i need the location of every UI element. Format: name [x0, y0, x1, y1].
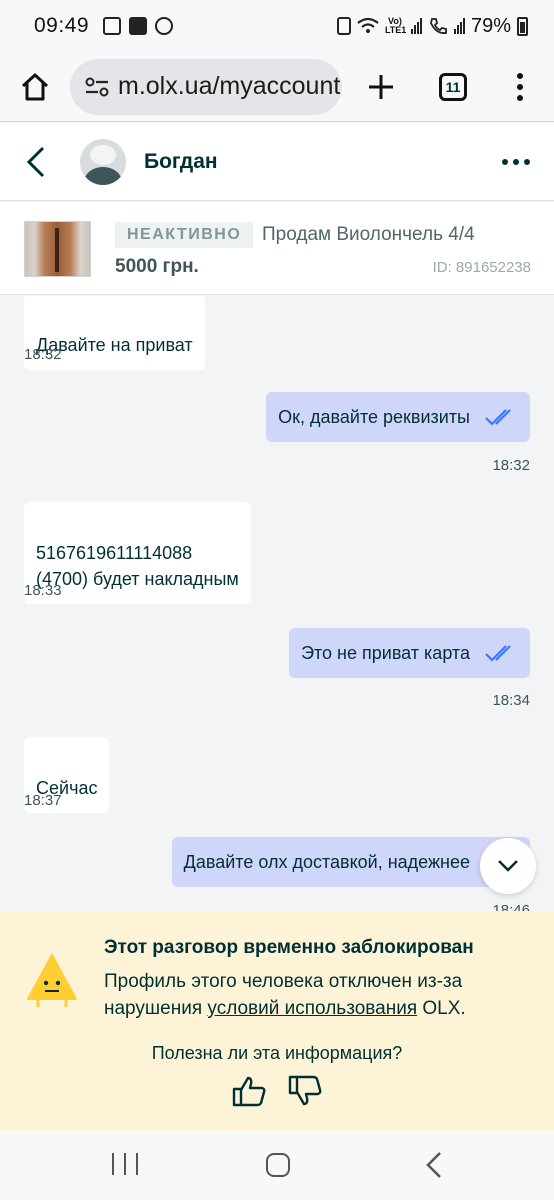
emoji-notification-icon [155, 17, 174, 35]
scroll-to-bottom-button[interactable] [480, 838, 536, 894]
tabs-button[interactable]: 11 [418, 72, 488, 101]
wifi-icon [357, 17, 379, 33]
browser-toolbar: m.olx.ua/myaccount 11 [0, 52, 554, 122]
address-bar[interactable]: m.olx.ua/myaccount [70, 58, 342, 115]
chevron-left-icon [26, 146, 45, 177]
gallery-notification-icon [103, 17, 122, 35]
ad-price: 5000 грн. [115, 256, 199, 277]
back-button[interactable] [0, 123, 72, 201]
chat-options-button[interactable] [502, 158, 530, 165]
chat-header: Богдан [0, 123, 554, 201]
message-text: Давайте олх доставкой, надежнее [183, 852, 470, 872]
browser-menu-button[interactable] [488, 72, 552, 101]
read-ticks-icon [485, 645, 511, 662]
recent-apps-button[interactable] [112, 1153, 138, 1175]
ad-title[interactable]: Продам Виолончель 4/4 [262, 224, 475, 246]
message-time: 18:37 [24, 792, 62, 809]
blocked-conversation-notice: Этот разговор временно заблокирован Проф… [0, 911, 554, 1131]
battery-percent: 79% [470, 14, 511, 37]
ad-summary[interactable]: НЕАКТИВНО Продам Виолончель 4/4 5000 грн… [0, 202, 554, 295]
chat-user-name[interactable]: Богдан [144, 150, 218, 174]
back-nav-icon[interactable] [424, 1151, 444, 1179]
blocked-description: Профиль этого человека отключен из-за на… [104, 968, 524, 1022]
tab-count: 11 [439, 72, 467, 101]
message-text: Ок, давайте реквизиты [278, 407, 470, 427]
new-tab-button[interactable] [344, 74, 418, 100]
message-time: 18:32 [24, 346, 62, 363]
message-outgoing: Давайте олх доставкой, надежнее [171, 837, 530, 887]
status-time: 09:49 [34, 14, 90, 37]
thumbs-down-icon[interactable] [288, 1075, 322, 1107]
signal-1-icon [410, 18, 422, 34]
signal-2-icon [453, 18, 465, 34]
ad-id: ID: 891652238 [432, 259, 531, 276]
message-time: 18:33 [24, 582, 62, 599]
home-button[interactable] [0, 52, 70, 122]
message-time: 18:34 [492, 692, 530, 709]
message-text: 5167619611114088 (4700) будет накладным [36, 543, 239, 589]
sim-icon [336, 17, 351, 35]
site-settings-icon [85, 77, 109, 96]
helpful-question: Полезна ли эта информация? [151, 1043, 403, 1063]
message-time: 18:32 [492, 457, 530, 474]
terms-of-use-link[interactable]: условий использования [207, 998, 417, 1019]
status-bar: 09:49 Vo) LTE1 79% [0, 0, 554, 52]
blocked-text-part: OLX. [417, 998, 466, 1019]
battery-icon [517, 16, 528, 36]
chevron-down-icon [498, 860, 518, 872]
message-outgoing: Это не приват карта [289, 628, 530, 678]
plus-icon [369, 74, 393, 99]
blocked-title: Этот разговор временно заблокирован [104, 937, 474, 958]
message-list[interactable]: Давайте на приват 18:32 Ок, давайте рекв… [0, 296, 554, 911]
system-nav-bar [0, 1131, 554, 1200]
ad-thumbnail[interactable] [24, 221, 91, 277]
avatar[interactable] [80, 138, 126, 185]
call-icon [430, 18, 447, 34]
thumbs-up-icon[interactable] [232, 1075, 266, 1107]
url-text: m.olx.ua/myaccount [118, 72, 341, 100]
home-nav-button[interactable] [266, 1153, 290, 1177]
read-ticks-icon [485, 409, 511, 426]
message-time: 18:46 [492, 902, 530, 911]
status-badge: НЕАКТИВНО [115, 222, 254, 248]
network-label: Vo) LTE1 [384, 16, 407, 35]
message-outgoing: Ок, давайте реквизиты [266, 392, 530, 442]
message-text: Это не приват карта [301, 643, 470, 663]
home-icon [21, 73, 49, 100]
warning-face-icon [27, 954, 77, 1007]
check-notification-icon [129, 17, 148, 35]
